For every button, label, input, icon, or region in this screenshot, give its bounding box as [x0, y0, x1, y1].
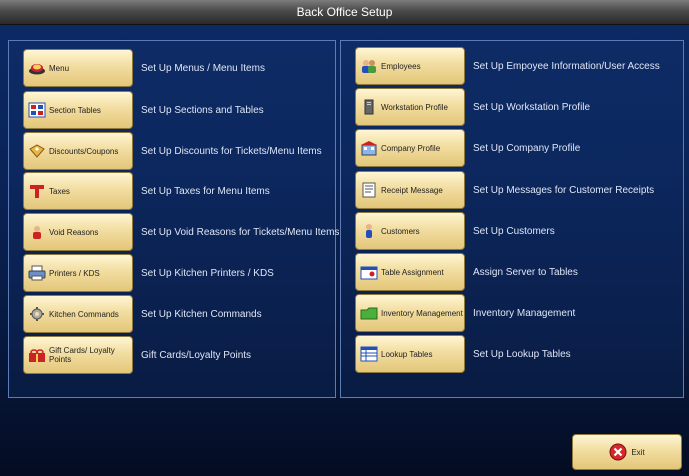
discounts-coupons-button-label: Discounts/Coupons: [49, 146, 119, 156]
taxes-description: Set Up Taxes for Menu Items: [141, 185, 270, 197]
company-icon: [359, 139, 379, 157]
kitchen-commands-button-label: Kitchen Commands: [49, 309, 119, 319]
menu-icon: [27, 59, 47, 77]
kitchen-commands-button[interactable]: Kitchen Commands: [23, 295, 133, 333]
void-reasons-button-label: Void Reasons: [49, 227, 99, 237]
gift-cards-loyalty-button-label: Gift Cards/ Loyalty Points: [49, 346, 115, 364]
inventory-management-button-label: Inventory Management: [381, 308, 463, 318]
inventory-management-description: Inventory Management: [473, 307, 576, 319]
workstation-profile-button[interactable]: Workstation Profile: [355, 88, 465, 126]
void-reasons-button[interactable]: Void Reasons: [23, 213, 133, 251]
exit-icon: [609, 443, 627, 461]
company-profile-description: Set Up Company Profile: [473, 142, 581, 154]
customers-button-label: Customers: [381, 226, 420, 236]
receipt-message-button[interactable]: Receipt Message: [355, 171, 465, 209]
menu-button-label: Menu: [49, 63, 70, 73]
section-tables-button[interactable]: Section Tables: [23, 91, 133, 129]
inventory-management-button[interactable]: Inventory Management: [355, 294, 465, 332]
taxes-icon: [27, 182, 47, 200]
table-assignment-description: Assign Server to Tables: [473, 266, 578, 278]
gift-cards-icon: [27, 346, 47, 364]
customers-icon: [359, 222, 379, 240]
lookup-tables-button[interactable]: Lookup Tables: [355, 335, 465, 373]
table-assignment-icon: [359, 263, 379, 281]
employees-button-label: Employees: [381, 61, 421, 71]
taxes-button-label: Taxes: [49, 186, 70, 196]
employees-description: Set Up Empoyee Information/User Access: [473, 60, 660, 72]
void-reasons-description: Set Up Void Reasons for Tickets/Menu Ite…: [141, 226, 340, 238]
lookup-tables-description: Set Up Lookup Tables: [473, 348, 571, 360]
receipt-message-button-label: Receipt Message: [381, 185, 443, 195]
table-assignment-button-label: Table Assignment: [381, 267, 444, 277]
left-panel: Menu Set Up Menus / Menu Items Section T…: [8, 40, 339, 398]
company-profile-button[interactable]: Company Profile: [355, 129, 465, 167]
lookup-tables-icon: [359, 345, 379, 363]
company-profile-button-label: Company Profile: [381, 143, 441, 153]
printers-kds-description: Set Up Kitchen Printers / KDS: [141, 267, 274, 279]
exit-button-label: Exit: [631, 447, 645, 457]
customers-button[interactable]: Customers: [355, 212, 465, 250]
workstation-profile-description: Set Up Workstation Profile: [473, 101, 591, 113]
employees-icon: [359, 57, 379, 75]
menu-button[interactable]: Menu: [23, 49, 133, 87]
printers-kds-button[interactable]: Printers / KDS: [23, 254, 133, 292]
inventory-icon: [359, 304, 379, 322]
section-tables-description: Set Up Sections and Tables: [141, 104, 264, 116]
employees-button[interactable]: Employees: [355, 47, 465, 85]
printer-icon: [27, 264, 47, 282]
window-title: Back Office Setup: [0, 0, 689, 25]
printers-kds-button-label: Printers / KDS: [49, 268, 100, 278]
kitchen-commands-icon: [27, 305, 47, 323]
kitchen-commands-description: Set Up Kitchen Commands: [141, 308, 262, 320]
discounts-coupons-button[interactable]: Discounts/Coupons: [23, 132, 133, 170]
gift-cards-loyalty-button[interactable]: Gift Cards/ Loyalty Points: [23, 336, 133, 374]
workstation-icon: [359, 98, 379, 116]
workstation-profile-button-label: Workstation Profile: [381, 102, 448, 112]
receipt-message-description: Set Up Messages for Customer Receipts: [473, 184, 655, 196]
taxes-button[interactable]: Taxes: [23, 172, 133, 210]
exit-button[interactable]: Exit: [572, 434, 682, 470]
lookup-tables-button-label: Lookup Tables: [381, 349, 433, 359]
menu-description: Set Up Menus / Menu Items: [141, 62, 265, 74]
void-reasons-icon: [27, 223, 47, 241]
table-assignment-button[interactable]: Table Assignment: [355, 253, 465, 291]
discounts-coupons-description: Set Up Discounts for Tickets/Menu Items: [141, 145, 322, 157]
section-tables-icon: [27, 101, 47, 119]
discounts-icon: [27, 142, 47, 160]
section-tables-button-label: Section Tables: [49, 105, 101, 115]
customers-description: Set Up Customers: [473, 225, 555, 237]
right-panel: Employees Set Up Empoyee Information/Use…: [340, 40, 684, 398]
gift-cards-loyalty-description: Gift Cards/Loyalty Points: [141, 349, 252, 361]
receipt-icon: [359, 181, 379, 199]
